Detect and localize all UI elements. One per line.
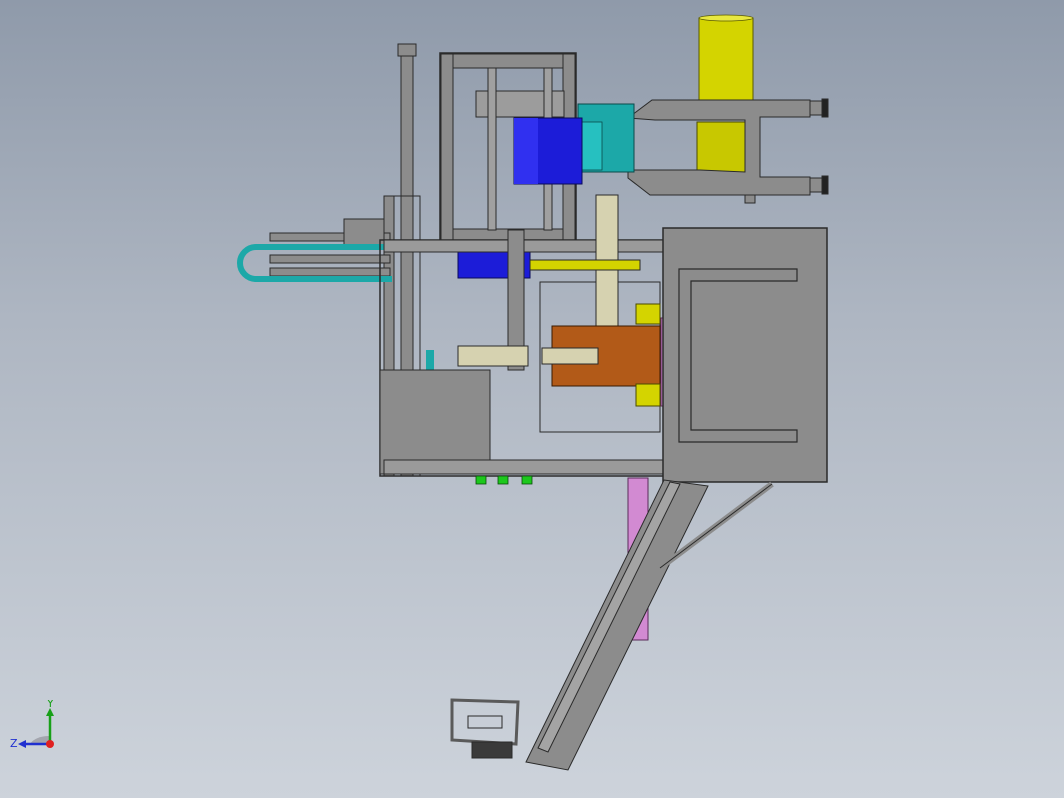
y-axis-label: Y [46, 700, 54, 710]
x-axis-dot [46, 740, 54, 748]
gripper [450, 698, 520, 759]
teal-block [577, 103, 635, 173]
diagonal-arm [525, 479, 774, 771]
z-axis-arrowhead [18, 740, 26, 748]
cad-viewport[interactable]: Y Z [0, 0, 1064, 798]
base-plate [662, 227, 828, 483]
z-axis-label: Z [10, 737, 18, 750]
green-fittings [475, 475, 533, 485]
coordinate-triad: Y Z [10, 700, 54, 750]
cad-assembly-model[interactable] [0, 0, 1064, 798]
